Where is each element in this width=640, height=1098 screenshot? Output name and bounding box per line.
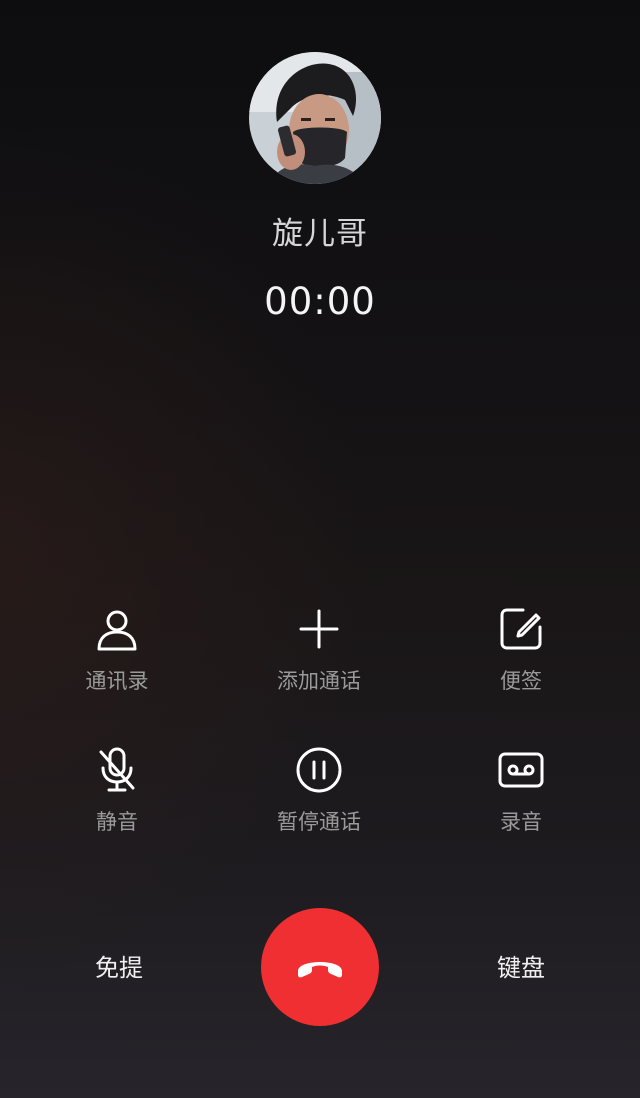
contacts-button[interactable]: 通讯录 (37, 605, 197, 695)
caller-name: 旋儿哥 (272, 216, 368, 252)
record-button[interactable]: 录音 (441, 746, 601, 836)
record-label: 录音 (500, 810, 542, 834)
hold-call-button[interactable]: 暂停通话 (239, 746, 399, 836)
mute-label: 静音 (96, 810, 138, 834)
speaker-button[interactable]: 免提 (59, 948, 179, 983)
keypad-button[interactable]: 键盘 (461, 948, 581, 983)
note-edit-icon (500, 608, 542, 650)
notes-label: 便签 (500, 669, 542, 693)
mic-off-icon (99, 747, 135, 792)
mute-button[interactable]: 静音 (37, 746, 197, 836)
add-call-button[interactable]: 添加通话 (239, 605, 399, 695)
caller-avatar (249, 52, 381, 184)
notes-button[interactable]: 便签 (441, 605, 601, 695)
record-icon (498, 752, 544, 788)
call-timer: 00:00 (264, 280, 376, 323)
end-call-button[interactable] (261, 908, 379, 1026)
contacts-label: 通讯录 (85, 669, 149, 693)
contacts-icon (97, 610, 137, 651)
phone-hangup-icon (298, 962, 342, 978)
hold-call-label: 暂停通话 (277, 810, 361, 834)
plus-icon (299, 609, 339, 649)
add-call-label: 添加通话 (277, 669, 361, 693)
pause-icon (296, 747, 342, 793)
